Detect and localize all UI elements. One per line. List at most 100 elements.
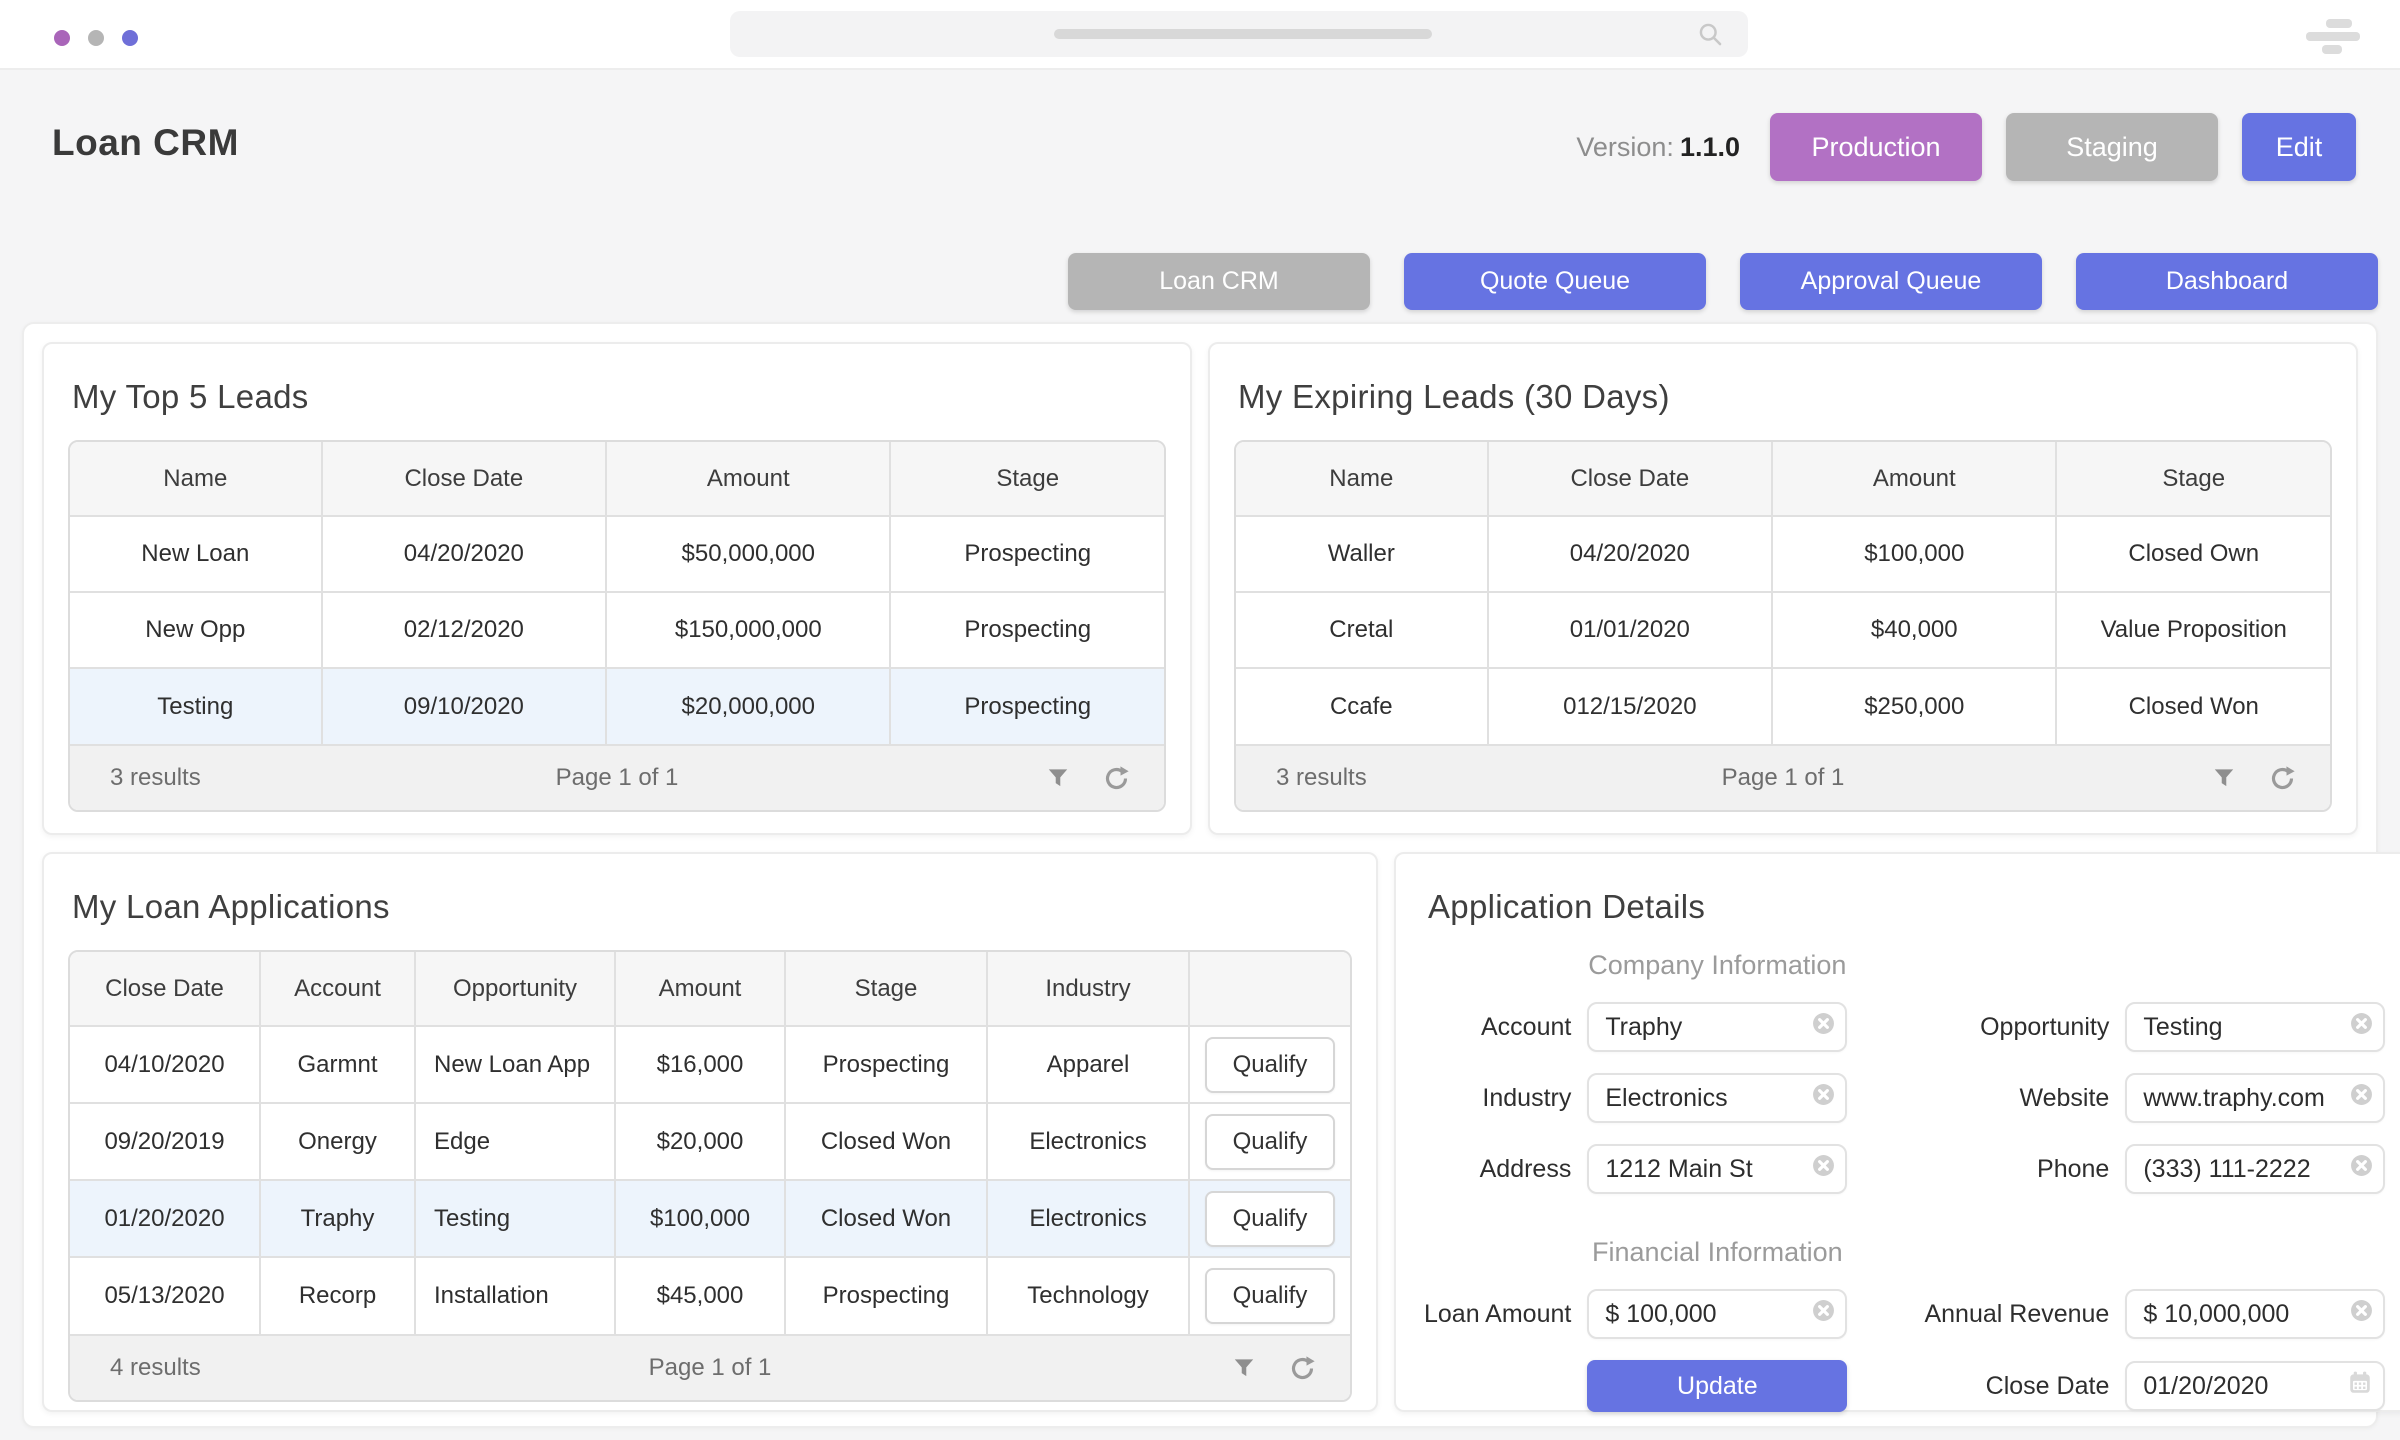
opportunity-value: Testing	[2143, 1013, 2222, 1042]
table-cell: 09/10/2020	[322, 668, 606, 744]
table-cell: $100,000	[615, 1180, 785, 1257]
phone-field[interactable]: (333) 111-2222	[2125, 1144, 2385, 1194]
industry-field[interactable]: Electronics	[1587, 1073, 1847, 1123]
qualify-button[interactable]: Qualify	[1205, 1114, 1336, 1170]
loan-amount-label: Loan Amount	[1424, 1300, 1579, 1329]
application-details-card: Application Details Company Information …	[1394, 852, 2400, 1412]
qualify-button[interactable]: Qualify	[1205, 1268, 1336, 1324]
window-dot-purple[interactable]	[54, 30, 70, 46]
top-leads-card: My Top 5 Leads Name Close Date Amount St…	[42, 342, 1192, 835]
account-field[interactable]: Traphy	[1587, 1002, 1847, 1052]
table-cell: Closed Won	[2056, 668, 2330, 744]
filter-icon[interactable]	[2211, 765, 2237, 791]
website-value: www.traphy.com	[2143, 1084, 2325, 1113]
table-cell: $100,000	[1772, 516, 2056, 592]
phone-value: (333) 111-2222	[2143, 1155, 2310, 1184]
loan-amount-field[interactable]: $ 100,000	[1587, 1289, 1847, 1339]
application-details-title: Application Details	[1428, 888, 2385, 926]
qualify-button[interactable]: Qualify	[1205, 1037, 1336, 1093]
table-cell: Prospecting	[890, 592, 1164, 668]
clear-icon[interactable]	[2350, 1299, 2373, 1329]
clear-icon[interactable]	[1812, 1012, 1835, 1042]
table-row[interactable]: New Loan 04/20/2020 $50,000,000 Prospect…	[70, 516, 1164, 592]
table-cell: Value Proposition	[2056, 592, 2330, 668]
filter-icon[interactable]	[1231, 1355, 1257, 1381]
search-icon	[1697, 21, 1724, 53]
production-button[interactable]: Production	[1770, 113, 1982, 181]
tab-approval-queue[interactable]: Approval Queue	[1740, 253, 2042, 310]
address-field[interactable]: 1212 Main St	[1587, 1144, 1847, 1194]
close-date-value: 01/20/2020	[2143, 1372, 2268, 1401]
table-cell: Apparel	[987, 1026, 1189, 1103]
table-cell: Garmnt	[260, 1026, 415, 1103]
results-count: 4 results	[110, 1354, 201, 1382]
table-cell: Installation	[415, 1257, 615, 1334]
expiring-leads-card: My Expiring Leads (30 Days) Name Close D…	[1208, 342, 2358, 835]
clear-icon[interactable]	[1812, 1154, 1835, 1184]
page-indicator: Page 1 of 1	[1236, 764, 2330, 792]
table-cell: Closed Won	[785, 1180, 987, 1257]
table-cell: Onergy	[260, 1103, 415, 1180]
column-header: Close Date	[322, 442, 606, 516]
loan-applications-card: My Loan Applications Close Date Account …	[42, 852, 1378, 1412]
address-value: 1212 Main St	[1605, 1155, 1752, 1184]
table-row-selected[interactable]: 01/20/2020 Traphy Testing $100,000 Close…	[70, 1180, 1350, 1257]
industry-value: Electronics	[1605, 1084, 1727, 1113]
close-date-label: Close Date	[1899, 1372, 2117, 1401]
opportunity-field[interactable]: Testing	[2125, 1002, 2385, 1052]
table-footer: 3 results Page 1 of 1	[70, 744, 1164, 810]
table-cell: Recorp	[260, 1257, 415, 1334]
close-date-field[interactable]: 01/20/2020	[2125, 1361, 2385, 1411]
window-dot-indigo[interactable]	[122, 30, 138, 46]
edit-button[interactable]: Edit	[2242, 113, 2356, 181]
annual-revenue-field[interactable]: $ 10,000,000	[2125, 1289, 2385, 1339]
table-row-selected[interactable]: Testing 09/10/2020 $20,000,000 Prospecti…	[70, 668, 1164, 744]
website-field[interactable]: www.traphy.com	[2125, 1073, 2385, 1123]
table-header-row: Name Close Date Amount Stage	[1236, 442, 2330, 516]
clear-icon[interactable]	[2350, 1012, 2373, 1042]
table-cell-action: Qualify	[1189, 1103, 1350, 1180]
top-leads-table: Name Close Date Amount Stage New Loan 04…	[70, 442, 1164, 744]
refresh-icon[interactable]	[1103, 765, 1130, 792]
table-cell: Prospecting	[785, 1026, 987, 1103]
clear-icon[interactable]	[2350, 1154, 2373, 1184]
clear-icon[interactable]	[1812, 1299, 1835, 1329]
account-value: Traphy	[1605, 1013, 1682, 1042]
refresh-icon[interactable]	[2269, 765, 2296, 792]
table-row[interactable]: New Opp 02/12/2020 $150,000,000 Prospect…	[70, 592, 1164, 668]
tab-dashboard[interactable]: Dashboard	[2076, 253, 2378, 310]
clear-icon[interactable]	[2350, 1083, 2373, 1113]
table-header-row: Close Date Account Opportunity Amount St…	[70, 952, 1350, 1026]
filter-icon[interactable]	[1045, 765, 1071, 791]
search-input[interactable]	[730, 11, 1748, 57]
column-header: Close Date	[70, 952, 260, 1026]
table-row[interactable]: 05/13/2020 Recorp Installation $45,000 P…	[70, 1257, 1350, 1334]
window-dot-gray[interactable]	[88, 30, 104, 46]
calendar-icon[interactable]	[2347, 1370, 2373, 1403]
top-leads-title: My Top 5 Leads	[72, 378, 1166, 416]
table-row[interactable]: Waller 04/20/2020 $100,000 Closed Own	[1236, 516, 2330, 592]
column-header: Opportunity	[415, 952, 615, 1026]
search-placeholder-line	[1054, 29, 1432, 39]
tab-quote-queue[interactable]: Quote Queue	[1404, 253, 1706, 310]
loan-applications-table: Close Date Account Opportunity Amount St…	[70, 952, 1350, 1334]
clear-icon[interactable]	[1812, 1083, 1835, 1113]
table-row[interactable]: 09/20/2019 Onergy Edge $20,000 Closed Wo…	[70, 1103, 1350, 1180]
table-cell: Electronics	[987, 1103, 1189, 1180]
table-row[interactable]: Ccafe 012/15/2020 $250,000 Closed Won	[1236, 668, 2330, 744]
column-header: Stage	[785, 952, 987, 1026]
update-button[interactable]: Update	[1587, 1360, 1847, 1412]
staging-button[interactable]: Staging	[2006, 113, 2218, 181]
loan-applications-title: My Loan Applications	[72, 888, 1352, 926]
page-title: Loan CRM	[52, 122, 239, 164]
qualify-button[interactable]: Qualify	[1205, 1191, 1336, 1247]
table-row[interactable]: 04/10/2020 Garmnt New Loan App $16,000 P…	[70, 1026, 1350, 1103]
list-icon[interactable]	[2306, 19, 2360, 53]
table-cell: New Loan App	[415, 1026, 615, 1103]
table-cell: Waller	[1236, 516, 1488, 592]
table-row[interactable]: Cretal 01/01/2020 $40,000 Value Proposit…	[1236, 592, 2330, 668]
table-cell: $50,000,000	[606, 516, 890, 592]
refresh-icon[interactable]	[1289, 1355, 1316, 1382]
tab-loan-crm[interactable]: Loan CRM	[1068, 253, 1370, 310]
phone-label: Phone	[1899, 1155, 2117, 1184]
